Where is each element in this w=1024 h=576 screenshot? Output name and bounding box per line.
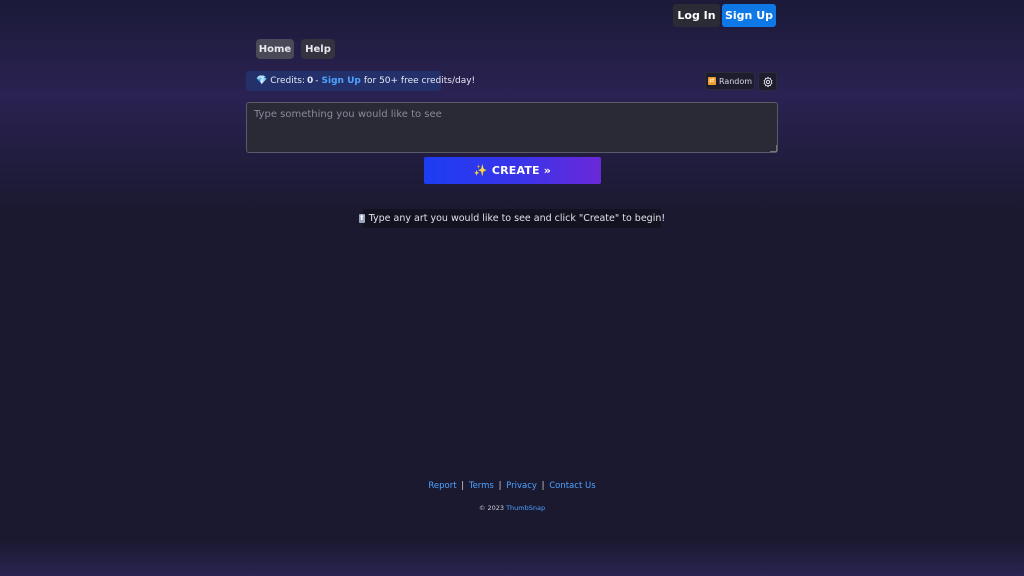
footer-separator: | bbox=[541, 481, 545, 491]
credits-banner: 💎 Credits: 0 - Sign Up for 50+ free cred… bbox=[246, 71, 475, 91]
login-button[interactable]: Log In bbox=[673, 4, 720, 27]
nav-help[interactable]: Help bbox=[301, 39, 335, 59]
shuffle-icon: ⇄ bbox=[707, 77, 716, 85]
footer-links: Report | Terms | Privacy | Contact Us bbox=[0, 481, 1024, 493]
brand-link[interactable]: ThumbSnap bbox=[506, 504, 545, 512]
create-button[interactable]: ✨ CREATE » bbox=[424, 157, 601, 184]
up-arrow-icon: ⬆ bbox=[358, 214, 365, 223]
footer-link-privacy[interactable]: Privacy bbox=[506, 481, 537, 491]
random-label: Random bbox=[718, 76, 753, 86]
footer-separator: | bbox=[461, 481, 465, 491]
credits-count: 0 bbox=[307, 76, 314, 86]
footer-link-contact[interactable]: Contact Us bbox=[549, 481, 595, 491]
footer-link-terms[interactable]: Terms bbox=[469, 481, 494, 491]
credits-suffix: for 50+ free credits/day! bbox=[363, 76, 476, 86]
footer-link-report[interactable]: Report bbox=[428, 481, 456, 491]
settings-button[interactable] bbox=[758, 72, 777, 91]
gear-icon bbox=[763, 76, 772, 87]
instruction-hint: ⬆ Type any art you would like to see and… bbox=[358, 209, 665, 228]
copyright: © 2023 ThumbSnap bbox=[0, 504, 1024, 514]
signup-button[interactable]: Sign Up bbox=[722, 4, 776, 27]
credits-dash: - bbox=[315, 76, 319, 86]
diamond-icon: 💎 bbox=[256, 76, 268, 86]
credits-signup-link[interactable]: Sign Up bbox=[322, 76, 361, 86]
credits-prefix: Credits: bbox=[270, 76, 306, 86]
hint-text: Type any art you would like to see and c… bbox=[368, 213, 666, 224]
copyright-text: © 2023 bbox=[478, 504, 504, 512]
textarea-resize-handle[interactable] bbox=[770, 145, 777, 152]
nav-home[interactable]: Home bbox=[256, 39, 294, 59]
page-bottom-band bbox=[0, 540, 1024, 576]
prompt-input[interactable] bbox=[246, 102, 778, 153]
footer-separator: | bbox=[498, 481, 502, 491]
random-button[interactable]: ⇄ Random bbox=[705, 72, 755, 90]
